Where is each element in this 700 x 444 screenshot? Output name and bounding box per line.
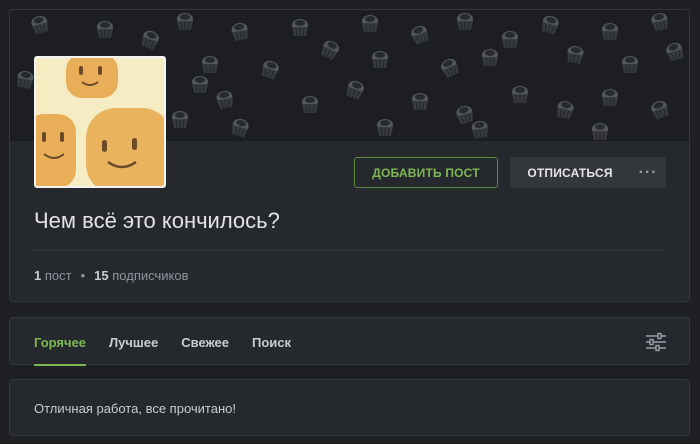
tab-search[interactable]: Поиск [252, 318, 291, 366]
feed-tabs: Горячее Лучшее Свежее Поиск [34, 318, 314, 366]
feed-message-card: Отличная работа, все прочитано! [9, 379, 690, 436]
posts-count: 1 [34, 268, 42, 283]
tab-hot[interactable]: Горячее [34, 318, 87, 366]
community-title: Чем всё это кончилось? [34, 208, 280, 233]
divider [34, 250, 665, 251]
subscribers-count[interactable]: 15 [94, 268, 108, 283]
filter-sliders-icon[interactable] [645, 332, 667, 352]
all-read-message: Отличная работа, все прочитано! [34, 401, 236, 416]
avatar-faces-icon [36, 58, 164, 186]
community-avatar[interactable] [34, 56, 166, 188]
stats-separator: • [80, 268, 86, 283]
feed-tabs-card: Горячее Лучшее Свежее Поиск [9, 317, 690, 366]
tab-best[interactable]: Лучшее [109, 318, 158, 366]
posts-word: пост [44, 268, 72, 283]
more-options-button[interactable]: ··· [630, 157, 666, 188]
community-stats: 1 пост • 15 подписчиков [34, 268, 188, 283]
subscribers-word[interactable]: подписчиков [112, 268, 188, 283]
unsubscribe-button[interactable]: ОТПИСАТЬСЯ [510, 157, 630, 188]
tab-new[interactable]: Свежее [181, 318, 229, 366]
community-header-card: ДОБАВИТЬ ПОСТ ОТПИСАТЬСЯ ··· Чем всё это… [9, 9, 690, 302]
add-post-button[interactable]: ДОБАВИТЬ ПОСТ [354, 157, 498, 188]
